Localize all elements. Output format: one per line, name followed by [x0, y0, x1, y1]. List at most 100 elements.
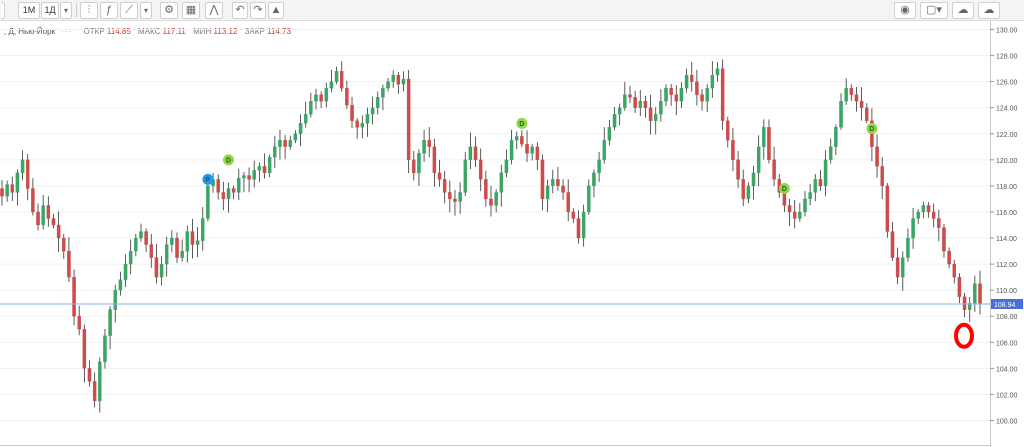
chevron-down-icon[interactable]: ▾	[60, 2, 72, 19]
candle-body	[15, 172, 20, 193]
candle-body	[278, 140, 282, 147]
candle-body	[247, 175, 251, 180]
candle-body	[417, 153, 421, 174]
candle-body	[128, 250, 133, 265]
candle-body	[653, 114, 658, 121]
candle-body	[412, 159, 416, 174]
candle-body	[473, 146, 478, 160]
candle-body	[844, 88, 848, 102]
cloud-load-icon[interactable]: ☁	[952, 2, 974, 19]
candle-body	[700, 94, 704, 102]
candle-body	[787, 205, 792, 213]
candle-body	[484, 179, 488, 200]
candle-body	[854, 94, 859, 102]
undo-icon[interactable]: ↶	[232, 2, 248, 19]
candle-body	[612, 114, 617, 128]
candle-body	[772, 159, 776, 180]
price-tick-label: 120.00	[996, 158, 1018, 165]
templates-icon[interactable]: ▦	[182, 2, 200, 19]
candle-body	[674, 94, 679, 102]
dividend-marker-label: D	[226, 157, 231, 164]
candle-body	[180, 250, 184, 258]
candle-body	[715, 68, 720, 76]
candle-body	[92, 381, 97, 402]
candle-body	[334, 71, 339, 82]
interval-1m-button[interactable]: 1М	[18, 2, 40, 19]
candle-body	[376, 97, 380, 108]
candle-body	[139, 231, 143, 239]
candle-body	[453, 198, 457, 202]
price-tick-label: 122.00	[996, 132, 1018, 139]
candle-body	[381, 88, 385, 98]
candle-body	[386, 81, 390, 89]
candle-body	[581, 211, 586, 239]
dividend-marker-label: D	[519, 121, 524, 128]
candle-body	[62, 237, 66, 252]
candle-body	[679, 88, 684, 102]
candle-body	[442, 179, 447, 193]
candle-body	[350, 104, 354, 121]
candle-body	[478, 159, 483, 180]
candle-body	[159, 263, 164, 278]
indicators-icon[interactable]: ƒ	[100, 2, 118, 19]
candle-body	[288, 140, 292, 147]
candle-body	[494, 192, 498, 206]
toolbar-divider	[76, 3, 77, 18]
candle-body	[216, 179, 220, 193]
last-price-tag-label: 108.94	[994, 302, 1016, 309]
alert-icon[interactable]: ▲	[268, 2, 284, 19]
camera-icon[interactable]: ◉	[894, 2, 916, 19]
candle-body	[839, 101, 843, 128]
price-tick-label: 118.00	[996, 184, 1017, 191]
candle-body	[669, 88, 673, 95]
candle-body	[293, 133, 298, 141]
dividend-marker-label: D	[869, 126, 874, 133]
settings-icon[interactable]: ⚙	[160, 2, 178, 19]
candle-body	[226, 188, 231, 200]
candle-body	[51, 218, 56, 226]
candle-body	[329, 81, 334, 89]
annotation-circle	[954, 322, 974, 349]
candle-body	[880, 166, 884, 187]
candle-body	[947, 250, 951, 265]
price-chart[interactable]: D D D D P 100.00 102.00 104.00 106.00 108.00 110.…	[0, 21, 1024, 447]
candle-body	[345, 88, 349, 106]
candle-body	[252, 170, 256, 180]
candle-body	[154, 257, 159, 278]
layout-icon[interactable]: ▢▾	[920, 2, 948, 19]
redo-icon[interactable]: ↷	[250, 2, 266, 19]
candle-body	[221, 192, 226, 200]
compare-icon[interactable]: ⟋	[120, 2, 138, 19]
candle-body	[937, 218, 941, 228]
candle-body	[113, 290, 117, 310]
candle-body	[206, 185, 210, 219]
candle-body	[957, 276, 962, 297]
candle-body	[587, 185, 591, 213]
candle-body	[823, 159, 828, 187]
candle-body	[684, 74, 689, 89]
candle-body	[597, 159, 601, 174]
candle-body	[463, 159, 468, 193]
cloud-save-icon[interactable]: ☁	[978, 2, 1000, 19]
candle-body	[56, 224, 61, 239]
candle-body	[633, 97, 637, 108]
interval-1d-button[interactable]: 1Д	[41, 2, 59, 19]
candle-body	[67, 250, 71, 278]
chevron-down-icon[interactable]: ▾	[140, 2, 152, 19]
price-tick-label: 100.00	[996, 419, 1018, 426]
chart-type-icon[interactable]: ⋀	[205, 2, 223, 19]
candles-icon[interactable]: ⫶	[80, 2, 98, 19]
price-tick-label: 116.00	[996, 210, 1017, 217]
candle-body	[643, 101, 648, 108]
candle-body	[20, 159, 25, 174]
candle-body	[859, 101, 864, 108]
candle-body	[865, 107, 869, 121]
price-axis[interactable]: 100.00 102.00 104.00 106.00 108.00 110.00 112.…	[0, 21, 1024, 447]
candle-body	[257, 166, 262, 171]
candle-body	[401, 78, 406, 85]
candle-body	[602, 140, 606, 160]
candle-body	[448, 192, 452, 200]
candle-body	[962, 296, 967, 310]
candle-body	[5, 184, 9, 197]
candle-body	[926, 205, 931, 213]
